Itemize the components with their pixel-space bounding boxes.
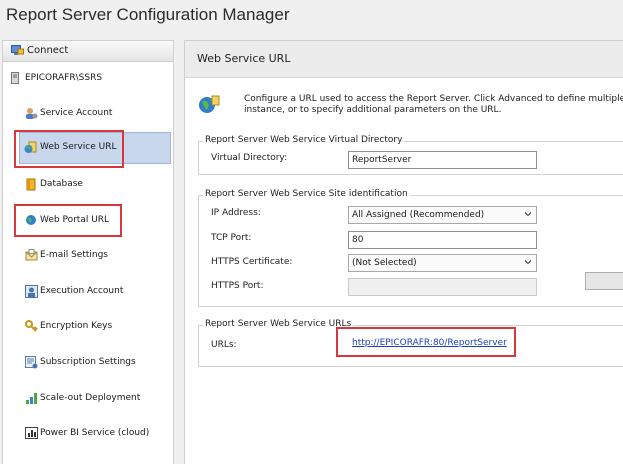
urls-group: Report Server Web Service URLs URLs: htt… bbox=[198, 319, 623, 367]
chevron-down-icon bbox=[524, 258, 532, 269]
panel-header: Web Service URL bbox=[185, 41, 623, 78]
server-icon bbox=[11, 72, 19, 87]
app-title: Report Server Configuration Manager bbox=[6, 5, 290, 24]
connect-icon bbox=[11, 44, 24, 59]
description: Configure a URL used to access the Repor… bbox=[244, 94, 623, 116]
sidebar-item-label: Service Account bbox=[40, 108, 113, 118]
title-bar: Report Server Configuration Manager bbox=[0, 0, 623, 32]
urls-label: URLs: bbox=[211, 340, 237, 350]
virtual-directory-group-title: Report Server Web Service Virtual Direct… bbox=[203, 135, 405, 145]
sidebar-item-label: Subscription Settings bbox=[40, 357, 136, 367]
site-identification-group-title: Report Server Web Service Site identific… bbox=[203, 189, 410, 199]
sidebar-item-label: Scale-out Deployment bbox=[40, 393, 141, 403]
powerbi-icon bbox=[25, 427, 38, 442]
ip-address-label: IP Address: bbox=[211, 208, 261, 218]
virtual-directory-group: Report Server Web Service Virtual Direct… bbox=[198, 135, 623, 175]
sidebar-item-label: Power BI Service (cloud) bbox=[40, 428, 150, 438]
https-certificate-value: (Not Selected) bbox=[352, 258, 417, 268]
sidebar-item-encryption-keys[interactable]: Encryption Keys bbox=[7, 312, 169, 342]
email-icon bbox=[25, 249, 38, 264]
ip-address-value: All Assigned (Recommended) bbox=[352, 210, 485, 220]
sidebar-item-label: Encryption Keys bbox=[40, 321, 113, 331]
server-name: EPICORAFR\SSRS bbox=[25, 73, 103, 83]
web-service-icon bbox=[24, 141, 37, 157]
urls-group-title: Report Server Web Service URLs bbox=[203, 319, 354, 329]
service-account-icon bbox=[25, 107, 38, 123]
sidebar-item-service-account[interactable]: Service Account bbox=[7, 99, 169, 129]
web-service-url-icon bbox=[197, 93, 221, 120]
sidebar-item-power-bi-service[interactable]: Power BI Service (cloud) bbox=[7, 419, 169, 449]
virtual-directory-input[interactable]: ReportServer bbox=[348, 151, 537, 169]
sidebar-item-label: Web Service URL bbox=[40, 142, 117, 152]
execution-account-icon bbox=[25, 285, 38, 301]
sidebar-item-email-settings[interactable]: E-mail Settings bbox=[7, 241, 169, 271]
tcp-port-label: TCP Port: bbox=[211, 233, 252, 243]
https-certificate-select[interactable]: (Not Selected) bbox=[348, 254, 537, 272]
sidebar: Connect EPICORAFR\SSRS Service Account W… bbox=[2, 40, 174, 464]
connect-button[interactable]: Connect bbox=[3, 41, 173, 62]
sidebar-item-label: Execution Account bbox=[40, 286, 124, 296]
virtual-directory-label: Virtual Directory: bbox=[211, 153, 288, 163]
database-icon bbox=[25, 178, 37, 194]
key-icon bbox=[25, 320, 38, 336]
sidebar-item-label: Database bbox=[40, 179, 83, 189]
sidebar-item-web-portal-url[interactable]: Web Portal URL bbox=[7, 206, 169, 236]
https-port-label: HTTPS Port: bbox=[211, 281, 264, 291]
globe-icon bbox=[25, 214, 37, 229]
https-port-input[interactable] bbox=[348, 278, 537, 296]
subscription-icon bbox=[25, 356, 38, 372]
panel-title: Web Service URL bbox=[197, 52, 291, 65]
sidebar-item-subscription-settings[interactable]: Subscription Settings bbox=[7, 348, 169, 378]
ip-address-select[interactable]: All Assigned (Recommended) bbox=[348, 206, 537, 224]
description-line-1: Configure a URL used to access the Repor… bbox=[244, 94, 623, 104]
advanced-button[interactable] bbox=[585, 272, 623, 290]
scale-out-icon bbox=[25, 392, 38, 408]
tcp-port-input[interactable]: 80 bbox=[348, 231, 537, 249]
sidebar-item-scale-out-deployment[interactable]: Scale-out Deployment bbox=[7, 384, 169, 414]
connect-label: Connect bbox=[27, 45, 69, 56]
chevron-down-icon bbox=[524, 210, 532, 221]
sidebar-item-label: Web Portal URL bbox=[40, 215, 110, 225]
main-panel: Web Service URL Configure a URL used to … bbox=[184, 40, 623, 464]
report-server-url-link[interactable]: http://EPICORAFR:80/ReportServer bbox=[352, 338, 507, 348]
sidebar-item-execution-account[interactable]: Execution Account bbox=[7, 277, 169, 307]
https-certificate-label: HTTPS Certificate: bbox=[211, 257, 293, 267]
site-identification-group: Report Server Web Service Site identific… bbox=[198, 189, 623, 307]
sidebar-item-label: E-mail Settings bbox=[40, 250, 108, 260]
sidebar-item-database[interactable]: Database bbox=[7, 170, 169, 200]
sidebar-item-web-service-url[interactable]: Web Service URL bbox=[19, 132, 171, 164]
description-line-2: instance, or to specify additional param… bbox=[244, 105, 502, 115]
